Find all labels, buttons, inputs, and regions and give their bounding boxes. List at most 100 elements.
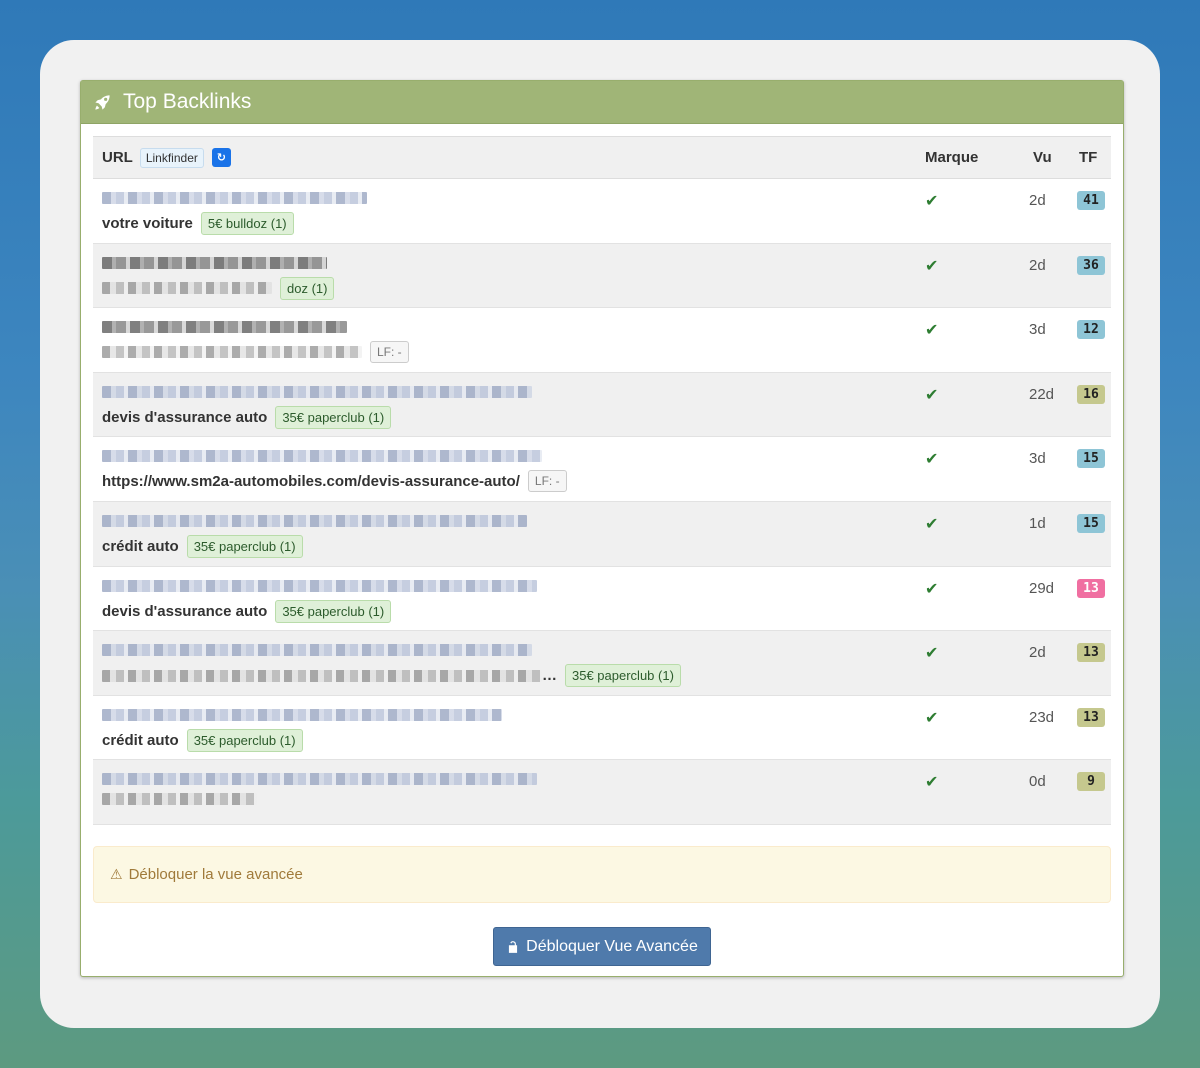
anchor-line: crédit auto 35€ paperclub (1) <box>102 534 915 558</box>
tf-badge: 36 <box>1077 255 1105 275</box>
anchor-text: https://www.sm2a-automobiles.com/devis-a… <box>102 472 520 490</box>
tf-badge: 16 <box>1077 384 1105 404</box>
seen-value: 2d <box>1029 256 1046 274</box>
redacted-anchor <box>102 793 257 806</box>
url-cell <box>93 760 915 806</box>
advanced-view-alert: ⚠ Débloquer la vue avancée <box>93 846 1111 903</box>
tf-cell: 15 <box>1063 437 1111 469</box>
url-cell: … 35€ paperclub (1) <box>93 631 915 688</box>
tf-badge: 15 <box>1077 513 1105 533</box>
redacted-url[interactable] <box>102 514 527 527</box>
table-row[interactable]: devis d'assurance auto 35€ paperclub (1) ✔… <box>93 567 1111 632</box>
check-icon: ✔ <box>925 451 939 469</box>
anchor-line: https://www.sm2a-automobiles.com/devis-a… <box>102 470 915 493</box>
price-tag: 5€ bulldoz (1) <box>200 212 294 235</box>
header-url: URL Linkfinder ↻ <box>93 147 915 168</box>
check-icon: ✔ <box>925 322 939 340</box>
warning-icon: ⚠ <box>110 866 123 882</box>
check-icon: ✔ <box>925 645 939 663</box>
table-body: votre voiture 5€ bulldoz (1) ✔ 2d 41 doz (1) ✔… <box>93 179 1111 825</box>
table-row[interactable]: doz (1) ✔ 2d 36 <box>93 243 1111 309</box>
redacted-url[interactable] <box>102 773 537 786</box>
table-row[interactable]: … 35€ paperclub (1) ✔ 2d 13 <box>93 631 1111 696</box>
anchor-text: devis d'assurance auto <box>102 602 268 620</box>
anchor-text: crédit auto <box>102 731 179 749</box>
redacted-url[interactable] <box>102 192 367 204</box>
unlock-advanced-view-button[interactable]: Débloquer Vue Avancée <box>493 927 711 966</box>
check-icon: ✔ <box>925 580 939 598</box>
redacted-url[interactable] <box>102 450 542 463</box>
backlinks-table: URL Linkfinder ↻ Marque Vu TF votre voit… <box>93 136 1111 825</box>
window-frame: Top Backlinks URL Linkfinder ↻ Marque Vu… <box>40 40 1160 1028</box>
table-row[interactable]: crédit auto 35€ paperclub (1) ✔ 1d 15 <box>93 501 1111 567</box>
price-tag: 35€ paperclub (1) <box>565 664 681 688</box>
header-vu[interactable]: Vu <box>1019 149 1063 166</box>
redacted-url[interactable] <box>102 644 532 657</box>
rocket-icon <box>95 94 110 110</box>
redacted-url[interactable] <box>102 385 532 398</box>
table-row[interactable]: votre voiture 5€ bulldoz (1) ✔ 2d 41 <box>93 179 1111 244</box>
seen-value: 3d <box>1029 321 1046 339</box>
anchor-line: … 35€ paperclub (1) <box>102 664 915 688</box>
unlock-button-label: Débloquer Vue Avancée <box>526 937 698 955</box>
tf-cell: 13 <box>1063 631 1111 663</box>
header-marque[interactable]: Marque <box>915 149 1019 166</box>
table-row[interactable]: LF: - ✔ 3d 12 <box>93 308 1111 373</box>
tf-badge: 13 <box>1077 643 1105 663</box>
tf-badge: 15 <box>1077 449 1105 469</box>
tf-cell: 13 <box>1063 696 1111 727</box>
table-header: URL Linkfinder ↻ Marque Vu TF <box>93 136 1111 179</box>
table-row[interactable]: devis d'assurance auto 35€ paperclub (1) ✔… <box>93 372 1111 438</box>
table-row[interactable]: https://www.sm2a-automobiles.com/devis-a… <box>93 437 1111 502</box>
seen-value: 2d <box>1029 644 1046 662</box>
seen-value: 23d <box>1029 708 1055 726</box>
seen-value: 0d <box>1029 773 1046 791</box>
tf-cell: 13 <box>1063 567 1111 598</box>
tf-cell: 16 <box>1063 373 1111 404</box>
price-tag: 35€ paperclub (1) <box>275 599 392 623</box>
table-row[interactable]: crédit auto 35€ paperclub (1) ✔ 23d 13 <box>93 696 1111 761</box>
tf-badge: 9 <box>1077 772 1105 792</box>
anchor-line: devis d'assurance auto 35€ paperclub (1) <box>102 599 915 623</box>
price-tag: doz (1) <box>280 276 335 300</box>
redacted-anchor <box>102 669 542 682</box>
redacted-anchor <box>102 346 362 359</box>
alert-text: Débloquer la vue avancée <box>128 866 303 883</box>
check-icon: ✔ <box>925 257 939 275</box>
anchor-line <box>102 793 915 806</box>
tf-badge: 41 <box>1077 191 1105 210</box>
url-cell: devis d'assurance auto 35€ paperclub (1) <box>93 373 915 429</box>
price-tag: 35€ paperclub (1) <box>186 728 303 752</box>
url-cell: LF: - <box>93 308 915 364</box>
redacted-url[interactable] <box>102 256 327 269</box>
seen-value: 1d <box>1029 514 1046 532</box>
tf-badge: 13 <box>1077 578 1105 598</box>
tf-cell: 12 <box>1063 308 1111 340</box>
url-cell: https://www.sm2a-automobiles.com/devis-a… <box>93 437 915 493</box>
anchor-text: devis d'assurance auto <box>102 408 268 426</box>
seen-value: 22d <box>1029 385 1055 403</box>
refresh-button[interactable]: ↻ <box>211 148 231 167</box>
top-backlinks-panel: Top Backlinks URL Linkfinder ↻ Marque Vu… <box>80 80 1124 977</box>
table-row[interactable]: ✔ 0d 9 <box>93 760 1111 825</box>
tf-cell: 15 <box>1063 502 1111 533</box>
url-cell: doz (1) <box>93 244 915 300</box>
redacted-anchor <box>102 282 272 295</box>
anchor-line: devis d'assurance auto 35€ paperclub (1) <box>102 405 915 429</box>
check-icon: ✔ <box>925 709 939 727</box>
redacted-url[interactable] <box>102 579 537 592</box>
anchor-line: votre voiture 5€ bulldoz (1) <box>102 212 915 235</box>
seen-value: 2d <box>1029 192 1046 209</box>
url-cell: devis d'assurance auto 35€ paperclub (1) <box>93 567 915 623</box>
check-icon: ✔ <box>925 774 939 792</box>
redacted-url[interactable] <box>102 708 502 721</box>
anchor-line: doz (1) <box>102 276 915 300</box>
tf-cell: 9 <box>1063 760 1111 792</box>
price-tag: 35€ paperclub (1) <box>186 534 303 558</box>
price-tag: 35€ paperclub (1) <box>275 405 392 429</box>
url-cell: votre voiture 5€ bulldoz (1) <box>93 179 915 235</box>
redacted-url[interactable] <box>102 321 347 334</box>
anchor-line: crédit auto 35€ paperclub (1) <box>102 728 915 752</box>
linkfinder-tag[interactable]: Linkfinder <box>139 147 204 168</box>
header-tf[interactable]: TF <box>1063 149 1111 166</box>
